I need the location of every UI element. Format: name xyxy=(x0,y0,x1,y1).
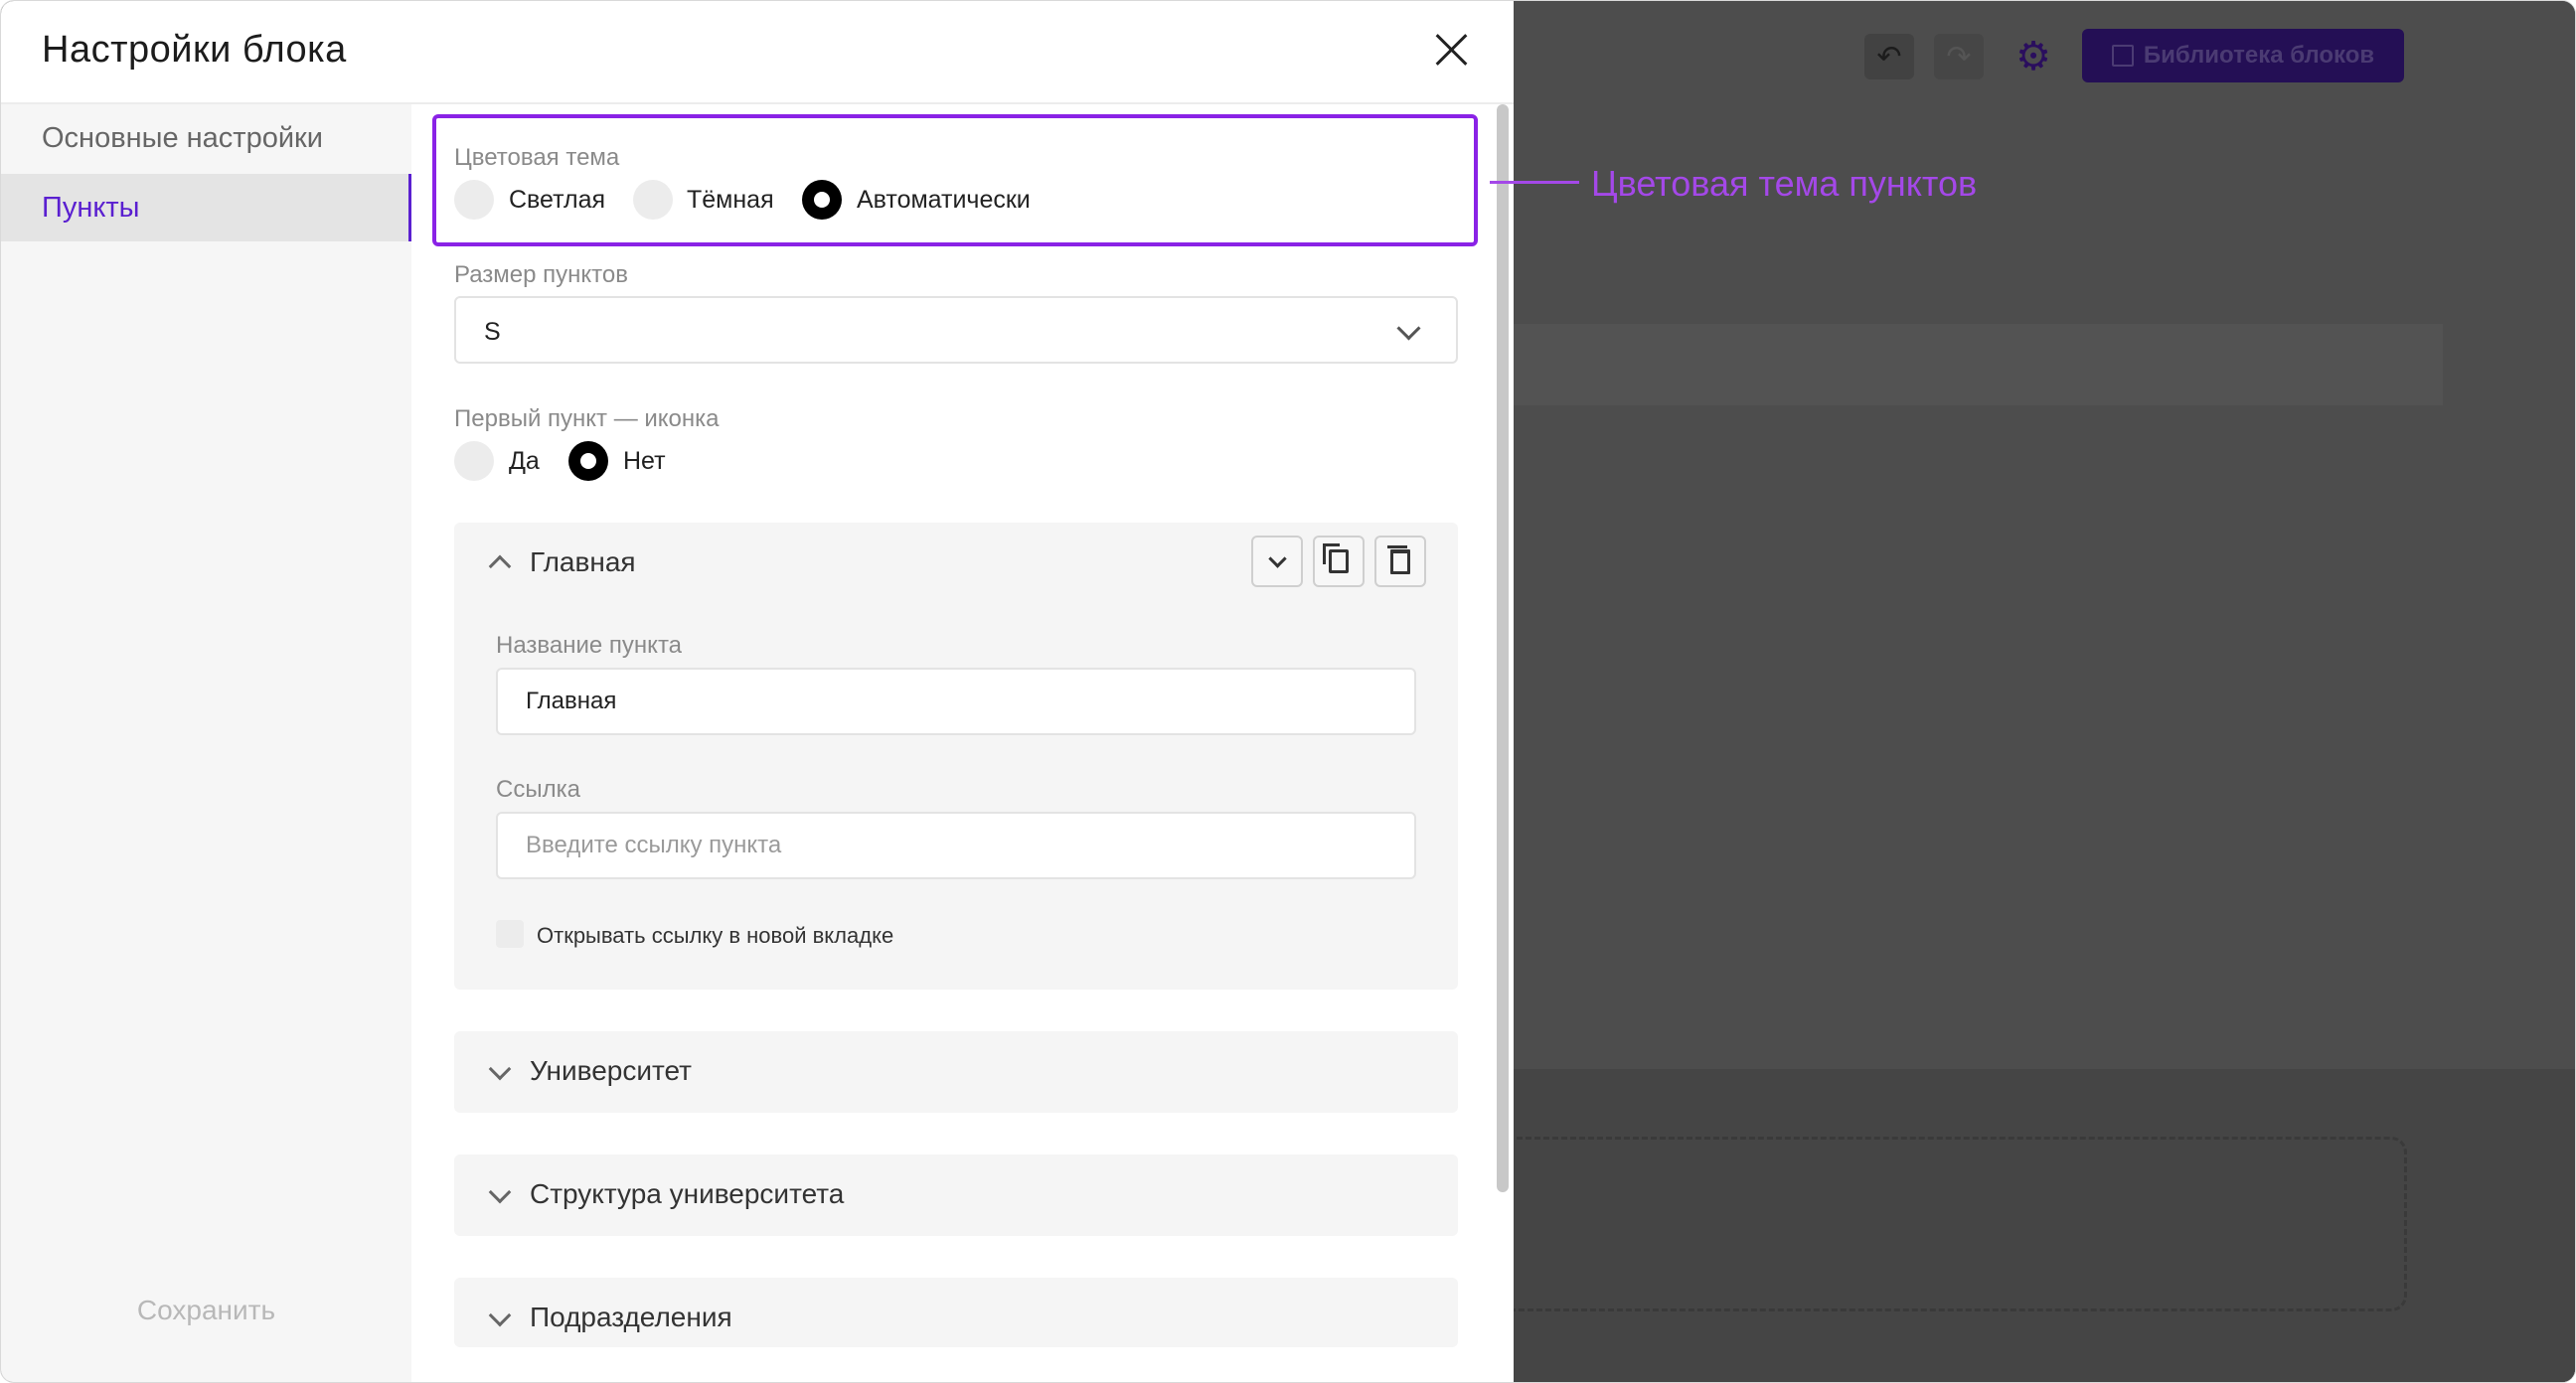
radio-icon-yes[interactable] xyxy=(454,441,494,481)
chevron-down-icon xyxy=(1267,549,1287,568)
modal-header: Настройки блока xyxy=(1,1,1514,104)
close-icon[interactable] xyxy=(1432,31,1470,69)
redo-icon[interactable]: ↷ xyxy=(1934,34,1984,79)
item-panel-title: Университет xyxy=(530,1055,692,1086)
new-tab-checkbox[interactable] xyxy=(496,920,524,948)
item-size-value: S xyxy=(484,318,501,346)
editor-drop-zone xyxy=(1492,1137,2407,1311)
sidebar-item-main-settings[interactable]: Основные настройки xyxy=(1,104,411,172)
gear-icon[interactable]: ⚙ xyxy=(2009,34,2058,79)
editor-block-placeholder xyxy=(1514,324,2443,405)
radio-icon-yes-label: Да xyxy=(509,447,540,475)
library-icon xyxy=(2111,45,2134,67)
undo-icon[interactable]: ↶ xyxy=(1864,34,1914,79)
item-panel-collapsed[interactable]: Подразделения xyxy=(454,1278,1458,1347)
sidebar-item-label: Основные настройки xyxy=(42,121,323,154)
sidebar-item-points[interactable]: Пункты xyxy=(1,174,411,241)
radio-theme-light[interactable] xyxy=(454,180,494,220)
chevron-down-icon xyxy=(1396,316,1421,341)
item-panel-collapsed[interactable]: Структура университета xyxy=(454,1154,1458,1236)
block-library-label: Библиотека блоков xyxy=(2143,42,2375,69)
radio-theme-auto-label: Автоматически xyxy=(857,186,1031,214)
chevron-down-icon xyxy=(488,1304,512,1327)
item-name-input[interactable]: Главная xyxy=(496,668,1416,735)
item-size-label: Размер пунктов xyxy=(454,261,628,288)
radio-icon-no[interactable] xyxy=(568,441,608,481)
content-scrollbar[interactable] xyxy=(1497,104,1509,1192)
item-panel-title: Подразделения xyxy=(530,1302,732,1332)
new-tab-label: Открывать ссылку в новой вкладке xyxy=(537,923,894,948)
item-panel-title: Структура университета xyxy=(530,1178,845,1209)
sidebar-item-label: Пункты xyxy=(42,191,140,224)
trash-icon xyxy=(1387,544,1410,574)
chevron-up-icon[interactable] xyxy=(488,554,512,578)
chevron-down-icon xyxy=(488,1180,512,1204)
radio-theme-auto[interactable] xyxy=(802,180,842,220)
color-theme-highlight xyxy=(432,114,1478,246)
copy-icon xyxy=(1323,543,1349,573)
item-name-label: Название пункта xyxy=(496,632,683,659)
item-link-input[interactable]: Введите ссылку пункта xyxy=(496,812,1416,879)
item-link-label: Ссылка xyxy=(496,776,580,803)
first-item-icon-label: Первый пункт — иконка xyxy=(454,405,720,432)
item-panel-collapsed[interactable]: Университет xyxy=(454,1031,1458,1113)
color-theme-label: Цветовая тема xyxy=(454,144,620,171)
callout-text: Цветовая тема пунктов xyxy=(1591,163,1978,204)
radio-theme-light-label: Светлая xyxy=(509,186,606,214)
radio-theme-dark[interactable] xyxy=(633,180,673,220)
chevron-down-icon xyxy=(488,1057,512,1081)
radio-theme-dark-label: Тёмная xyxy=(687,186,774,214)
modal-title: Настройки блока xyxy=(42,29,347,71)
move-down-button[interactable] xyxy=(1251,536,1303,587)
radio-icon-no-label: Нет xyxy=(623,447,666,475)
settings-sidebar: Основные настройки Пункты xyxy=(1,104,411,1382)
delete-button[interactable] xyxy=(1374,536,1426,587)
save-button[interactable]: Сохранить xyxy=(1,1295,411,1326)
item-panel-expanded: Главная Название пункта Главная Ссылка В… xyxy=(454,523,1458,990)
item-size-select[interactable]: S xyxy=(454,296,1458,364)
item-panel-title[interactable]: Главная xyxy=(530,546,636,578)
block-library-button[interactable]: Библиотека блоков xyxy=(2082,29,2404,82)
duplicate-button[interactable] xyxy=(1313,536,1365,587)
callout-line xyxy=(1490,181,1579,184)
app-frame: ↶ ↷ ⚙ Библиотека блоков Настройки блока … xyxy=(0,0,2576,1383)
